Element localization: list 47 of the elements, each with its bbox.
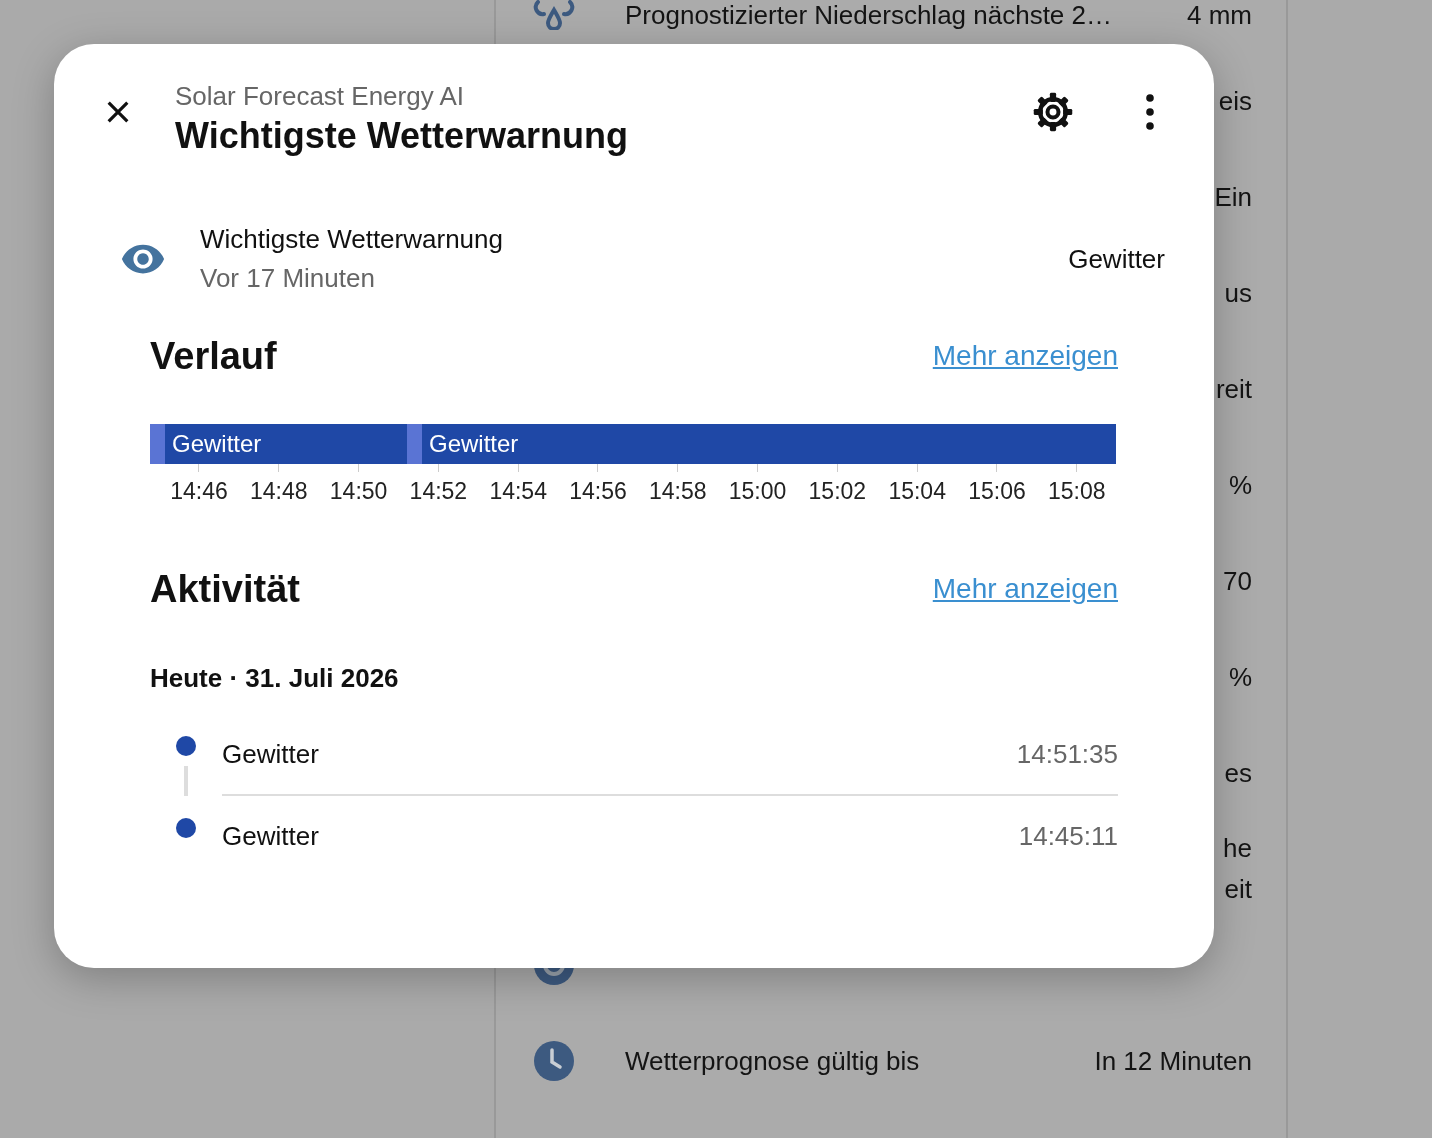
section-heading: Aktivität [150,567,300,611]
axis-label: 14:48 [250,478,308,505]
event-time: 14:51:35 [1016,738,1118,770]
section-heading: Verlauf [150,334,277,378]
last-changed: Vor 17 Minuten [200,262,376,295]
axis-label: 14:52 [409,478,468,505]
row-value: eis [1218,84,1252,118]
segment-label: Gewitter [429,430,519,458]
water-drops-icon [532,0,576,30]
event-time: 14:45:11 [1018,820,1118,852]
row-label: Wetterprognose gültig bis [625,1045,920,1076]
row-value: % [1228,660,1252,694]
axis-label: 14:58 [649,478,707,505]
event-label: Gewitter [222,820,319,852]
axis-label: 15:04 [888,478,946,505]
dialog-title: Wichtigste Wetterwarnung [175,116,630,156]
axis-label: 15:00 [728,478,787,505]
timeline-dot [176,736,196,756]
axis-label: 14:54 [489,478,547,505]
date-heading: Heute · 31. Juli 2026 [150,663,400,694]
axis-label: 15:08 [1047,478,1106,505]
settings-icon [1031,90,1075,134]
row-label: Prognostizierter Niederschlag nächste 2… [625,0,1113,30]
entity-state: Gewitter [1068,243,1165,275]
more-link[interactable]: Mehr anzeigen [932,573,1118,605]
row-value: 70 [1223,564,1252,598]
row-value: he eit [1223,832,1252,906]
row-value: es [1224,756,1252,790]
row-value: Ein [1214,180,1252,214]
axis-label: 15:06 [968,478,1026,505]
row-value: reit [1215,372,1252,406]
entity-name: Wichtigste Wetterwarnung [200,223,504,256]
kebab-menu-icon [1146,94,1154,130]
timeline-dot [176,818,196,838]
axis-label: 14:50 [329,478,388,505]
row-value: % [1228,468,1252,502]
row-value: In 12 Minuten [1094,1044,1252,1078]
event-label: Gewitter [222,738,319,770]
row-value: us [1224,276,1252,310]
axis-label: 14:56 [569,478,627,505]
dialog-subtitle: Solar Forecast Energy AI [175,80,466,113]
segment-label: Gewitter [172,430,262,458]
more-link[interactable]: Mehr anzeigen [932,340,1118,372]
row-value: 4 mm [1187,0,1252,32]
axis-label: 14:46 [170,478,228,505]
clock-icon [532,1039,576,1083]
axis-label: 15:02 [808,478,867,505]
